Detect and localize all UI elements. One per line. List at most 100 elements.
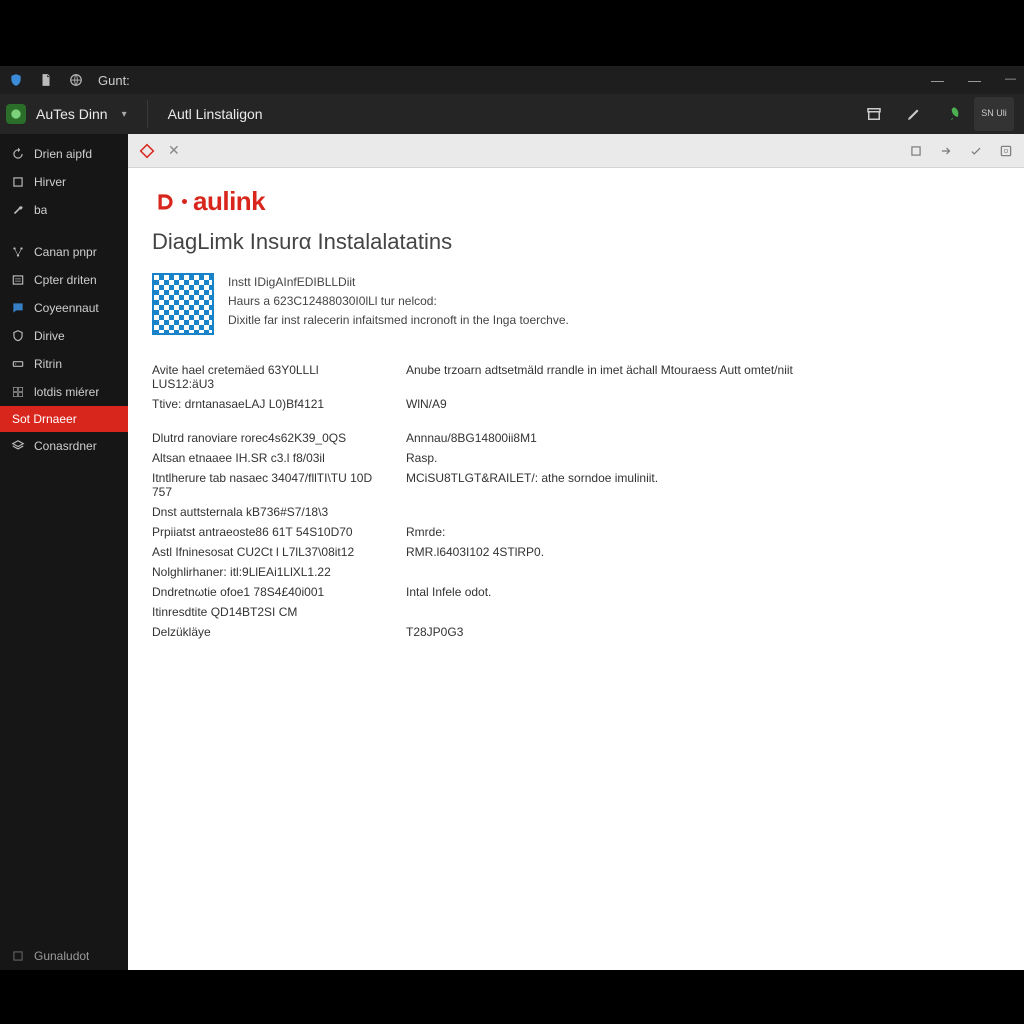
info-value	[406, 565, 852, 579]
globe-icon	[68, 72, 84, 88]
intro-line: Dixitle far inst ralecerin infaitsmed in…	[228, 311, 569, 330]
window-minimize-button[interactable]: —	[931, 73, 944, 88]
refresh-icon	[10, 146, 26, 162]
info-key: Nolghlirhaner: itl:9LlEAi1LlXL1.22	[152, 565, 382, 579]
window-icon[interactable]	[908, 143, 924, 159]
qr-code-icon	[152, 273, 214, 335]
forward-icon[interactable]	[938, 143, 954, 159]
sidebar-item-label: Sot Drnaeer	[12, 412, 77, 426]
info-value: Intal Infele odot.	[406, 585, 852, 599]
wrench-icon	[10, 202, 26, 218]
info-value: MCiSU8TLGT&RAILET/: athe sorndoe imulini…	[406, 471, 852, 499]
tab-close-button[interactable]: ✕	[168, 142, 180, 159]
sidebar: Drien aipfd Hirver ba Canan pnpr Cpter d…	[0, 134, 128, 970]
intro-block: Instt IDigAInfEDIBLLDiit Haurs a 623C124…	[152, 273, 1000, 335]
sidebar-item-label: Drien aipfd	[34, 147, 92, 161]
check-icon[interactable]	[968, 143, 984, 159]
sidebar-item-label: lotdis miérer	[34, 385, 99, 399]
titlebar-label: Gunt:	[98, 73, 130, 88]
info-key: Astl Ifninesosat CU2Ct l L7lL37\08it12	[152, 545, 382, 559]
tabstrip: ✕	[128, 134, 1024, 168]
app-title: AuTes Dinn	[36, 106, 108, 122]
info-value: Rmrde:	[406, 525, 852, 539]
sidebar-item-dirive[interactable]: Dirive	[0, 322, 128, 350]
info-key: Delzükläye	[152, 625, 382, 639]
list-icon	[10, 272, 26, 288]
info-key: Prpiiatst antraeoste86 61T 54S10D70	[152, 525, 382, 539]
brand-text: aulink	[193, 186, 265, 217]
sidebar-item-label: Ritrin	[34, 357, 62, 371]
sidebar-item-label: ba	[34, 203, 47, 217]
sidebar-item-ba[interactable]: ba	[0, 196, 128, 224]
brand-logo: aulink	[152, 186, 1000, 217]
square-icon	[10, 174, 26, 190]
appbar: AuTes Dinn ▾ Autl Linstaligon SN Uli	[0, 94, 1024, 134]
network-icon	[10, 244, 26, 260]
info-value: RMR.l6403I102 4STlRP0.	[406, 545, 852, 559]
app-logo-icon	[6, 104, 26, 124]
info-value: Annnau/8BG14800ii8M1	[406, 431, 852, 445]
info-key: Altsan etnaaee IH.SR c3.l f8/03il	[152, 451, 382, 465]
pen-icon[interactable]	[894, 97, 934, 131]
grid-icon	[10, 384, 26, 400]
dashboard-icon[interactable]	[998, 143, 1014, 159]
info-key: Itntlherure tab nasaec 34047/fllTI\TU 10…	[152, 471, 382, 499]
chat-icon	[10, 300, 26, 316]
info-key: Ttive: drntanasaeLAJ L0)Bf4121	[152, 397, 382, 411]
document-page: aulink DiagLimk Insurα Instalalatatins I…	[128, 168, 1024, 970]
diamond-icon	[138, 142, 156, 160]
archive-icon[interactable]	[854, 97, 894, 131]
sidebar-item-sot-drnaeer[interactable]: Sot Drnaeer	[0, 406, 128, 432]
sidebar-item-cpter[interactable]: Cpter driten	[0, 266, 128, 294]
sidebar-item-ritrin[interactable]: Ritrin	[0, 350, 128, 378]
info-grid: Avite hael cretemäed 63Y0LLLl LUS12:äU3 A…	[152, 363, 852, 639]
app-window: Gunt: — — — AuTes Dinn ▾ Autl Linstaligo…	[0, 66, 1024, 970]
sidebar-item-canan[interactable]: Canan pnpr	[0, 238, 128, 266]
sidebar-item-label: Hirver	[34, 175, 66, 189]
info-value: WlN/A9	[406, 397, 852, 411]
info-value: Anube trzoarn adtsetmäld rrandle in imet…	[406, 363, 852, 391]
sn-badge[interactable]: SN Uli	[974, 97, 1014, 131]
shield-icon	[8, 72, 24, 88]
info-icon	[10, 948, 26, 964]
info-key: Avite hael cretemäed 63Y0LLLl LUS12:äU3	[152, 363, 382, 391]
info-value	[406, 505, 852, 519]
app-dropdown-caret-icon[interactable]: ▾	[122, 109, 127, 120]
shield-icon	[10, 328, 26, 344]
sidebar-item-label: Cpter driten	[34, 273, 97, 287]
page-title: DiagLimk Insurα Instalalatatins	[152, 229, 1000, 255]
sidebar-item-label: Coyeennaut	[34, 301, 99, 315]
window-close-button[interactable]: —	[1005, 73, 1016, 88]
sidebar-item-label: Canan pnpr	[34, 245, 97, 259]
drive-icon	[10, 356, 26, 372]
info-value: T28JP0G3	[406, 625, 852, 639]
window-titlebar: Gunt: — — —	[0, 66, 1024, 94]
sidebar-item-lotdis[interactable]: lotdis miérer	[0, 378, 128, 406]
info-value	[406, 605, 852, 619]
info-key: Dlutrd ranoviare rorec4s62K39_0QS	[152, 431, 382, 445]
sidebar-item-label: Conasrdner	[34, 439, 97, 453]
sidebar-item-coyeen[interactable]: Coyeennaut	[0, 294, 128, 322]
intro-line: Haurs a 623C12488030I0lLl tur nelcod:	[228, 292, 569, 311]
logo-mark-icon	[152, 190, 176, 214]
window-minimize2-button[interactable]: —	[968, 73, 981, 88]
leaf-icon[interactable]	[934, 97, 974, 131]
layers-icon	[10, 438, 26, 454]
intro-text: Instt IDigAInfEDIBLLDiit Haurs a 623C124…	[228, 273, 569, 335]
sidebar-item-label: Dirive	[34, 329, 65, 343]
sidebar-footer[interactable]: Gunaludot	[0, 942, 128, 970]
info-value: Rasp.	[406, 451, 852, 465]
sidebar-item-conasrdner[interactable]: Conasrdner	[0, 432, 128, 460]
sidebar-footer-label: Gunaludot	[34, 949, 89, 963]
brand-dot-icon	[182, 199, 187, 204]
info-key: Dndretnωtie ofoe1 78S4£40i001	[152, 585, 382, 599]
document-icon	[38, 72, 54, 88]
info-key: Dnst auttsternala kB736#S7/18\3	[152, 505, 382, 519]
content-area: ✕ aulink DiagLimk Insurα Instalalatatins	[128, 134, 1024, 970]
sidebar-item-drien[interactable]: Drien aipfd	[0, 140, 128, 168]
info-key: Itinresdtite QD14BT2SI CM	[152, 605, 382, 619]
intro-line: Instt IDigAInfEDIBLLDiit	[228, 273, 569, 292]
header-tab-label: Autl Linstaligon	[168, 106, 263, 122]
sidebar-item-hirver[interactable]: Hirver	[0, 168, 128, 196]
window-controls: — — —	[931, 73, 1016, 88]
